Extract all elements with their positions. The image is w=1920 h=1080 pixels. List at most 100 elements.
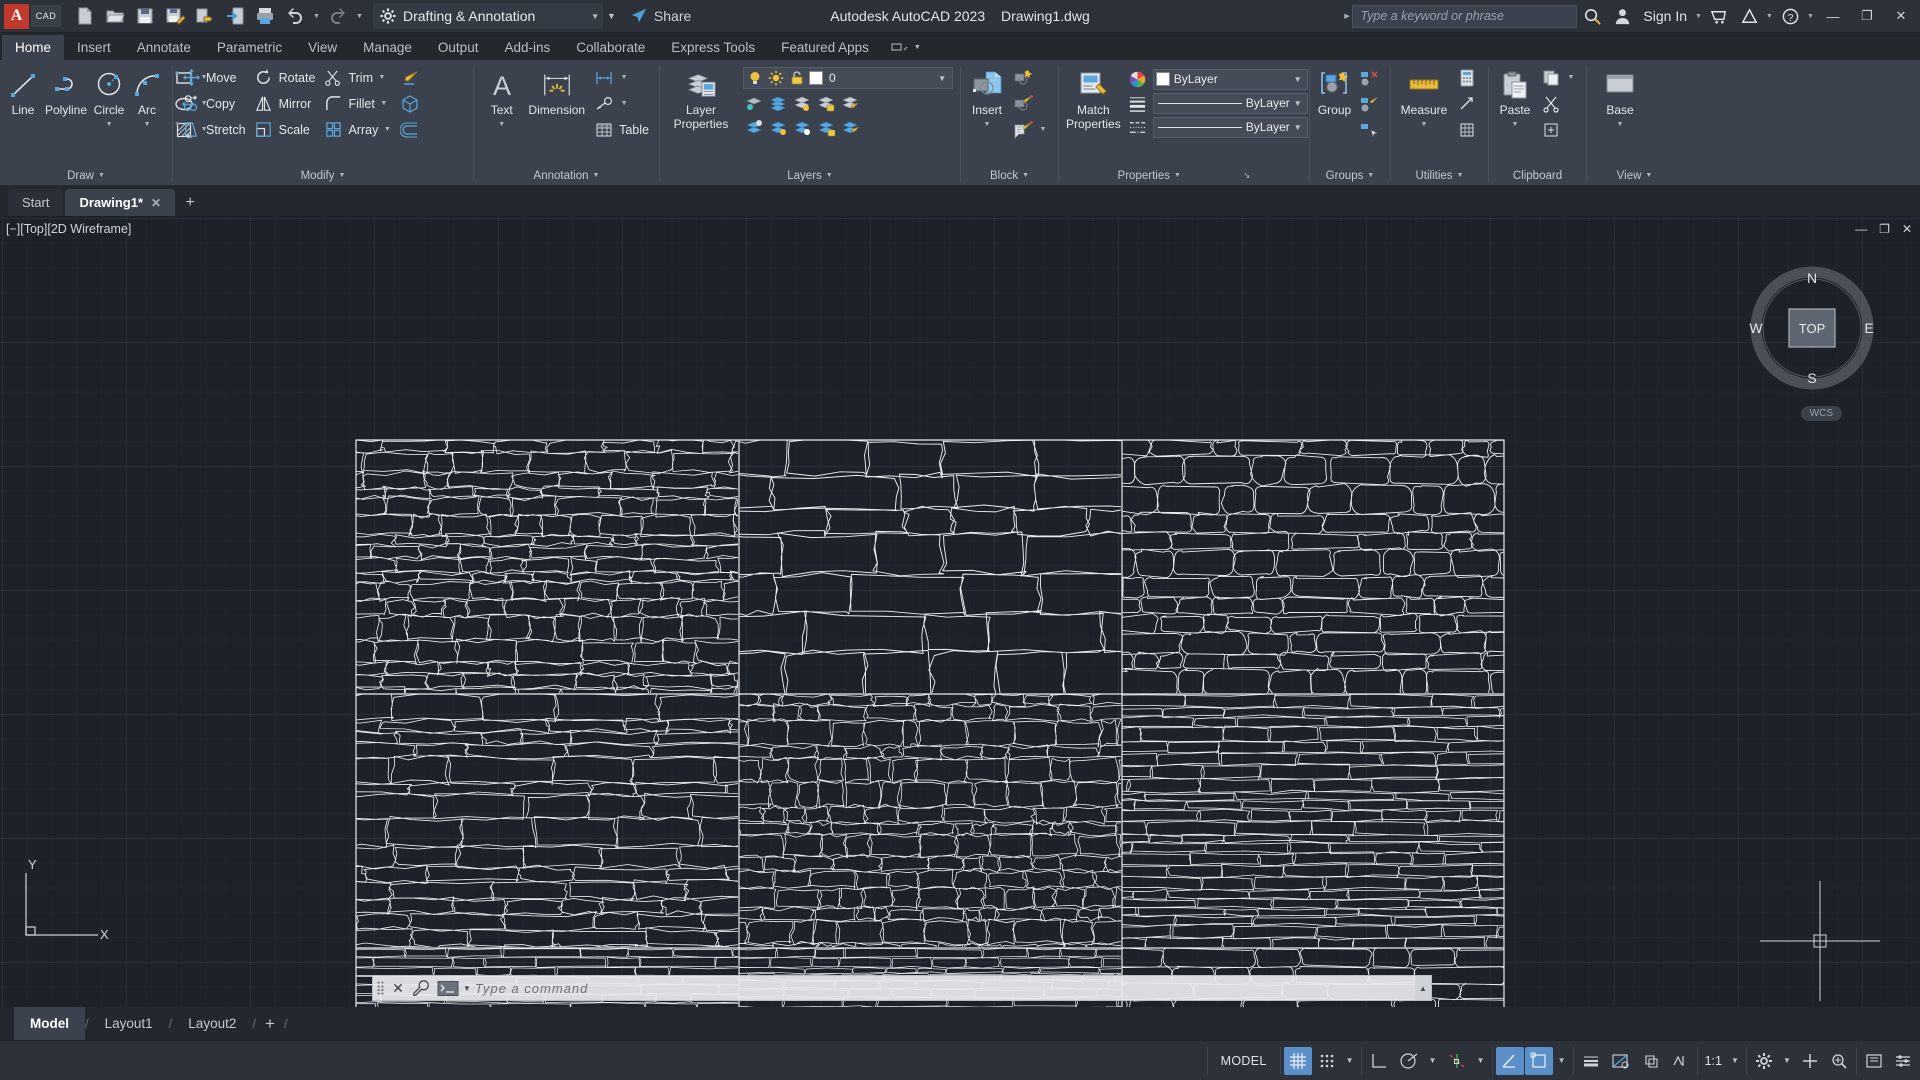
grid-display-toggle[interactable] (1283, 1046, 1312, 1075)
layer-selector[interactable]: 0 ▼ (743, 67, 953, 89)
table-button[interactable]: Table (591, 117, 654, 142)
autodesk-logo-icon[interactable]: A (4, 3, 29, 29)
clean-screen-icon[interactable] (1860, 1047, 1888, 1075)
minimize-button[interactable]: — (1816, 1, 1850, 32)
workspace-switching-icon[interactable] (1750, 1047, 1778, 1075)
arc-caret-icon[interactable]: ▼ (144, 121, 151, 128)
drawing-canvas[interactable]: [−][Top][2D Wireframe] — ❐ ✕ TOP N E S W… (0, 216, 1920, 1007)
tab-output[interactable]: Output (425, 35, 492, 60)
infocenter-expand-icon[interactable]: ▶ (1341, 12, 1352, 20)
trim-caret-icon[interactable]: ▼ (377, 74, 387, 81)
account-caret-icon[interactable]: ▼ (1693, 13, 1704, 20)
annotation-visibility-toggle[interactable] (1524, 1046, 1553, 1075)
group-button[interactable]: Group (1315, 65, 1354, 117)
array-button[interactable]: Array ▼ (320, 117, 397, 142)
measure-caret-icon[interactable]: ▼ (1421, 121, 1428, 128)
search-input[interactable]: Type a keyword or phrase (1352, 4, 1578, 28)
base-view-caret-icon[interactable]: ▼ (1617, 121, 1624, 128)
panel-annotation-title[interactable]: Annotation ▼ (474, 165, 659, 186)
save-as-icon[interactable] (161, 2, 189, 30)
copy-button[interactable]: Copy (178, 91, 251, 116)
new-layout-button[interactable]: + (256, 1014, 284, 1034)
save-to-web-icon[interactable] (191, 2, 219, 30)
linetype-selector[interactable]: ByLayer ▼ (1152, 116, 1308, 138)
insert-block-button[interactable]: Insert ▼ (966, 65, 1008, 128)
layer-properties-button[interactable]: Layer Properties (665, 65, 737, 131)
command-line[interactable]: ⣿ ✕ ▼ Type a command ▲ (372, 975, 1432, 1001)
command-input[interactable]: Type a command (475, 981, 1415, 996)
panel-modify-caret-icon[interactable]: ▼ (338, 172, 345, 179)
panel-modify-title[interactable]: Modify ▼ (173, 165, 473, 186)
layout-tab-layout2[interactable]: Layout2 (172, 1007, 252, 1040)
3d-modify-button[interactable] (397, 91, 426, 116)
viewport-close-icon[interactable]: ✕ (1902, 222, 1912, 236)
measure-button[interactable]: Measure ▼ (1396, 65, 1452, 128)
line-button[interactable]: Line (5, 65, 41, 117)
command-history-caret-icon[interactable]: ▼ (463, 984, 471, 993)
qat-customize-caret-icon[interactable]: ▼ (607, 11, 616, 21)
group-selection-button[interactable] (1356, 117, 1385, 142)
open-from-web-icon[interactable] (221, 2, 249, 30)
leader-caret-icon[interactable]: ▼ (619, 100, 629, 107)
linetype-caret-icon[interactable]: ▼ (1294, 123, 1305, 132)
document-tab-start[interactable]: Start (8, 189, 64, 216)
object-color-selector[interactable]: ByLayer ▼ (1152, 68, 1308, 90)
open-drawing-icon[interactable] (101, 2, 129, 30)
panel-layers-title[interactable]: Layers ▼ (660, 165, 960, 186)
insert-caret-icon[interactable]: ▼ (984, 121, 991, 128)
isolate-objects-icon[interactable] (1796, 1047, 1824, 1075)
circle-button[interactable]: Circle ▼ (91, 65, 127, 128)
ribbon-overflow-icon[interactable]: ▼ (882, 35, 929, 60)
panel-draw-caret-icon[interactable]: ▼ (98, 172, 105, 179)
polar-settings-caret-icon[interactable]: ▼ (1425, 1047, 1441, 1075)
command-line-close-icon[interactable]: ✕ (387, 980, 409, 997)
offset-button[interactable] (397, 117, 426, 142)
panel-layers-caret-icon[interactable]: ▼ (826, 172, 833, 179)
layer-color-swatch[interactable] (809, 71, 823, 85)
stretch-button[interactable]: Stretch (178, 117, 251, 142)
selection-cycling-toggle[interactable] (1637, 1047, 1665, 1075)
plot-icon[interactable] (251, 2, 279, 30)
layer-make-current-icon[interactable] (839, 92, 861, 114)
leader-button[interactable]: ▼ (591, 91, 654, 116)
sign-in-button[interactable]: Sign In (1637, 8, 1693, 24)
panel-properties-title[interactable]: Properties ▼ ↘ (1059, 165, 1309, 186)
circle-caret-icon[interactable]: ▼ (106, 121, 113, 128)
tab-express-tools[interactable]: Express Tools (658, 35, 768, 60)
document-tab-close-icon[interactable]: ✕ (151, 196, 161, 210)
tab-view[interactable]: View (295, 35, 350, 60)
tab-collaborate[interactable]: Collaborate (563, 35, 658, 60)
edit-attributes-caret-icon[interactable]: ▼ (1038, 126, 1048, 133)
ungroup-button[interactable] (1356, 65, 1385, 90)
copy-clip-button[interactable]: ▼ (1538, 65, 1581, 90)
array-caret-icon[interactable]: ▼ (382, 126, 392, 133)
match-properties-button[interactable]: Match Properties (1064, 65, 1123, 131)
layer-off-icon[interactable] (743, 117, 765, 139)
lineweight-icon[interactable] (1127, 92, 1149, 114)
tab-annotate[interactable]: Annotate (124, 35, 204, 60)
save-drawing-icon[interactable] (131, 2, 159, 30)
annotation-scale-caret-icon[interactable]: ▼ (1727, 1047, 1743, 1075)
panel-view-caret-icon[interactable]: ▼ (1645, 172, 1652, 179)
lineweight-selector[interactable]: ByLayer ▼ (1152, 92, 1308, 114)
rotate-button[interactable]: Rotate (251, 65, 321, 90)
viewport-controls-label[interactable]: [−][Top][2D Wireframe] (6, 222, 131, 236)
tab-home[interactable]: Home (2, 35, 65, 60)
text-button[interactable]: A Text ▼ (479, 65, 524, 128)
layer-thaw-sun-icon[interactable] (767, 67, 785, 89)
dimension-style-button[interactable]: ▼ (591, 65, 654, 90)
command-line-settings-icon[interactable] (409, 979, 433, 997)
paste-button[interactable]: Paste ▼ (1494, 65, 1536, 128)
move-button[interactable]: Move (178, 65, 251, 90)
workspace-switcher[interactable]: Drafting & Annotation ▼ (373, 3, 603, 29)
fillet-caret-icon[interactable]: ▼ (379, 100, 389, 107)
snap-settings-caret-icon[interactable]: ▼ (1342, 1047, 1358, 1075)
osnap-tracking-caret-icon[interactable]: ▼ (1473, 1047, 1489, 1075)
object-color-caret-icon[interactable]: ▼ (1294, 75, 1305, 84)
autodesk-app-store-icon[interactable] (1704, 2, 1734, 30)
restore-button[interactable]: ❐ (1850, 1, 1884, 32)
scale-button[interactable]: Scale (251, 117, 321, 142)
command-scroll-up-icon[interactable]: ▲ (1415, 976, 1431, 1000)
workspace-switching-caret-icon[interactable]: ▼ (1779, 1047, 1795, 1075)
group-edit-button[interactable] (1356, 91, 1385, 116)
